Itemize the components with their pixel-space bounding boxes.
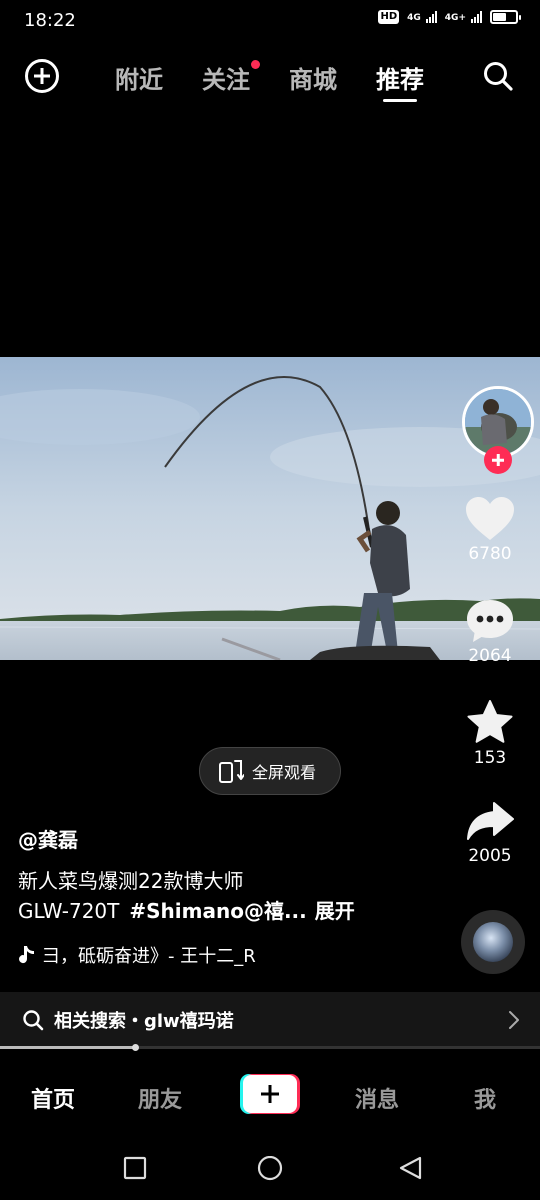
music-title: 彐，砥砺奋进》- 王十二_R [42, 946, 256, 967]
tab-recommended[interactable]: 推荐 [376, 60, 424, 102]
video-progress-bar[interactable] [0, 1044, 540, 1051]
battery-fill [493, 13, 507, 21]
status-icons: HD 4G 4G+ [378, 10, 521, 24]
heart-icon [466, 497, 514, 540]
caption-line-2: GLW-720T #Shimano@禧... 展开 [18, 896, 438, 926]
comment-icon [467, 600, 513, 642]
status-time: 18:22 [24, 10, 76, 31]
active-tab-indicator [383, 99, 417, 102]
caption-model: GLW-720T [18, 899, 120, 923]
tab-mall[interactable]: 商城 [289, 60, 337, 95]
progress-knob[interactable] [132, 1044, 139, 1051]
nav-friends[interactable]: 朋友 [138, 1082, 182, 1114]
music-note-icon [19, 946, 34, 964]
tab-following[interactable]: 关注 [202, 60, 260, 95]
rotate-screen-icon [219, 760, 244, 783]
tab-recommended-label: 推荐 [376, 66, 424, 94]
nav-me[interactable]: 我 [474, 1082, 496, 1114]
nav-messages[interactable]: 消息 [355, 1082, 399, 1114]
caption-line-1: 新人菜鸟爆测22款博大师 [18, 869, 244, 893]
battery-icon [490, 10, 521, 24]
signal-2-icon: 4G+ [445, 11, 482, 23]
bottom-nav: 首页 朋友 消息 我 [0, 1056, 540, 1134]
comment-count: 2064 [468, 646, 512, 666]
fullscreen-label: 全屏观看 [252, 763, 317, 782]
share-count: 2005 [468, 846, 512, 866]
favorite-button[interactable]: 153 [440, 700, 540, 768]
system-nav-bar [0, 1140, 540, 1200]
status-bar: 18:22 HD 4G 4G+ [0, 0, 540, 42]
related-search-bar[interactable]: 相关搜索・glw禧玛诺 [0, 992, 540, 1048]
music-info[interactable]: 彐，砥砺奋进》- 王十二_R [18, 942, 288, 968]
share-button[interactable]: 2005 [440, 800, 540, 866]
plus-icon [243, 1075, 297, 1113]
back-icon[interactable] [398, 1156, 424, 1182]
progress-fill [0, 1046, 135, 1049]
like-button[interactable]: 6780 [440, 496, 540, 564]
related-search-text: 相关搜索・glw禧玛诺 [54, 1011, 234, 1032]
fullscreen-button[interactable]: 全屏观看 [199, 747, 341, 795]
expand-button[interactable]: 展开 [315, 899, 355, 923]
hd-badge: HD [378, 10, 400, 24]
nav-home[interactable]: 首页 [31, 1082, 75, 1114]
music-disc-cover [473, 922, 513, 962]
add-circle-icon[interactable] [25, 59, 59, 93]
video-caption: 新人菜鸟爆测22款博大师 GLW-720T #Shimano@禧... 展开 [18, 866, 438, 926]
tab-nearby[interactable]: 附近 [115, 60, 163, 95]
share-icon [467, 802, 514, 840]
top-nav: 附近 关注 商城 推荐 [0, 46, 540, 106]
home-icon[interactable] [256, 1156, 284, 1184]
search-icon[interactable] [482, 60, 514, 92]
music-disc[interactable] [461, 910, 525, 974]
author-avatar-wrap[interactable] [462, 386, 534, 474]
author-name[interactable]: @龚磊 [18, 824, 78, 853]
create-button[interactable] [240, 1074, 300, 1114]
caption-hashtag[interactable]: #Shimano@禧... [129, 899, 306, 923]
favorite-count: 153 [473, 748, 507, 768]
like-count: 6780 [468, 544, 512, 564]
comment-button[interactable]: 2064 [440, 598, 540, 666]
notification-dot [251, 60, 260, 69]
chevron-right-icon [509, 1011, 519, 1029]
search-icon [23, 1010, 44, 1031]
follow-button[interactable] [484, 446, 512, 474]
recents-icon[interactable] [123, 1156, 147, 1180]
tab-following-label: 关注 [202, 66, 250, 94]
signal-1-icon: 4G [407, 11, 437, 23]
star-icon [467, 700, 513, 743]
